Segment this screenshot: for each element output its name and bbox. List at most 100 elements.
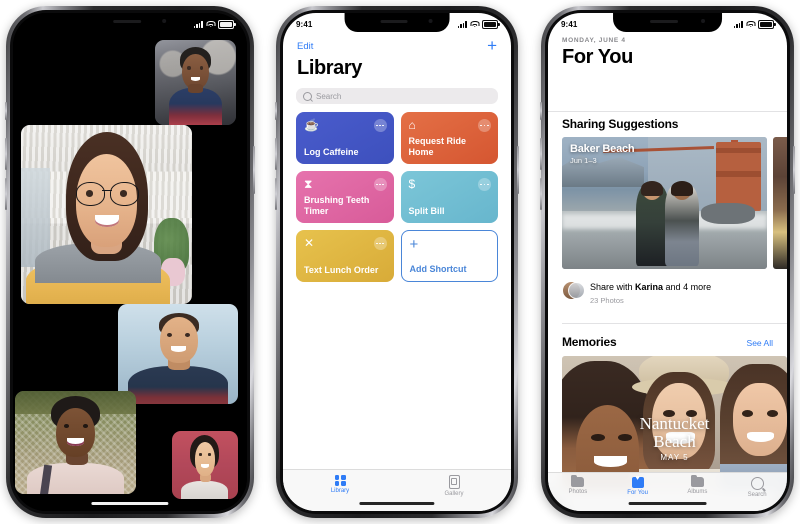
- status-time: 9:41: [561, 20, 578, 29]
- share-line: Share with Karina and 4 more: [590, 282, 711, 292]
- facetime-call-stage: [13, 13, 247, 511]
- shortcut-tile-log-caffeine[interactable]: ☕ Log Caffeine: [296, 112, 394, 164]
- wifi-icon: [746, 21, 755, 28]
- see-all-button[interactable]: See All: [747, 338, 773, 348]
- photos-app: MONDAY, JUNE 4 For You Sharing Suggestio…: [548, 13, 787, 511]
- facetime-tile-participant-2[interactable]: [21, 125, 192, 305]
- home-indicator[interactable]: [91, 502, 169, 505]
- add-shortcut-label: Add Shortcut: [409, 263, 467, 274]
- share-text: Share with Karina and 4 more 23 Photos: [590, 277, 711, 305]
- shortcut-tile-request-ride-home[interactable]: ⌂ Request Ride Home: [400, 112, 498, 164]
- page-title: For You: [562, 46, 633, 68]
- card-photo: [773, 137, 787, 269]
- status-indicators: [193, 20, 236, 29]
- status-indicators: [733, 20, 776, 29]
- tab-label: Gallery: [444, 491, 464, 497]
- volume-down-button[interactable]: [5, 178, 7, 210]
- screenshot-canvas: Edit + Library Search ☕ Log Caffeine ⌂ R…: [0, 0, 800, 524]
- battery-icon: [758, 20, 776, 29]
- share-suffix: and 4 more: [663, 282, 712, 292]
- notch: [612, 13, 723, 32]
- card-caption: Baker Beach Jun 1–3: [570, 143, 635, 165]
- tab-photos[interactable]: Photos: [548, 474, 608, 495]
- tab-search[interactable]: Search: [727, 477, 787, 498]
- page-title: Library: [297, 57, 363, 79]
- side-button[interactable]: [253, 146, 255, 194]
- tab-label: Albums: [687, 489, 708, 495]
- phone-photos: MONDAY, JUNE 4 For You Sharing Suggestio…: [540, 6, 795, 518]
- more-icon[interactable]: [478, 119, 491, 132]
- volume-down-button[interactable]: [540, 178, 542, 210]
- mute-switch[interactable]: [5, 102, 7, 120]
- sharing-suggestion-card[interactable]: Baker Beach Jun 1–3: [562, 137, 767, 269]
- earpiece-speaker: [380, 20, 408, 23]
- search-placeholder: Search: [316, 91, 342, 101]
- memory-date: MAY 5: [660, 453, 689, 463]
- battery-icon: [218, 20, 236, 29]
- home-indicator[interactable]: [359, 502, 435, 505]
- shortcuts-grid: ☕ Log Caffeine ⌂ Request Ride Home ⧗ Bru…: [296, 112, 498, 282]
- add-shortcut-tile[interactable]: + Add Shortcut: [400, 230, 498, 282]
- mute-switch[interactable]: [275, 102, 277, 120]
- tab-albums[interactable]: Albums: [668, 474, 728, 495]
- side-button[interactable]: [517, 146, 519, 194]
- albums-icon: [690, 474, 704, 487]
- participant-5-video: [172, 431, 238, 499]
- shortcut-tile-text-lunch-order[interactable]: ✕ Text Lunch Order: [296, 230, 394, 282]
- tab-library[interactable]: Library: [283, 475, 397, 494]
- sharing-suggestion-card-next[interactable]: [773, 137, 787, 269]
- foryou-icon: [631, 475, 644, 488]
- volume-up-button[interactable]: [275, 138, 277, 170]
- participant-4-video: [15, 391, 136, 494]
- more-icon[interactable]: [373, 119, 387, 132]
- photos-icon: [571, 474, 585, 487]
- phone-facetime: [5, 6, 255, 518]
- photos-screen: MONDAY, JUNE 4 For You Sharing Suggestio…: [548, 13, 787, 511]
- tab-for-you[interactable]: For You: [608, 475, 668, 496]
- volume-up-button[interactable]: [540, 138, 542, 170]
- edit-button[interactable]: Edit: [297, 41, 313, 52]
- photos-header: MONDAY, JUNE 4 For You: [562, 37, 773, 69]
- memory-caption: Nantucket Beach MAY 5: [562, 415, 787, 463]
- facetime-tile-participant-4[interactable]: [15, 391, 136, 494]
- status-time: 9:41: [296, 20, 313, 29]
- wifi-icon: [206, 21, 215, 28]
- facetime-screen: [13, 13, 247, 511]
- add-icon[interactable]: +: [487, 37, 497, 54]
- volume-up-button[interactable]: [5, 138, 7, 170]
- shortcut-tile-brushing-teeth-timer[interactable]: ⧗ Brushing Teeth Timer: [296, 171, 394, 223]
- shortcut-label: Brushing Teeth Timer: [304, 195, 370, 216]
- search-input[interactable]: Search: [296, 88, 498, 104]
- more-icon[interactable]: [478, 178, 491, 191]
- more-icon[interactable]: [373, 178, 387, 191]
- side-button[interactable]: [793, 146, 795, 194]
- shortcut-tile-split-bill[interactable]: $ Split Bill: [400, 171, 498, 223]
- notch: [344, 13, 450, 32]
- shortcut-label: Text Lunch Order: [304, 264, 379, 275]
- more-icon[interactable]: [373, 237, 387, 250]
- shortcut-label: Split Bill: [408, 205, 445, 216]
- memory-title-line2: Beach: [653, 432, 696, 452]
- signal-icon: [193, 21, 203, 28]
- wifi-icon: [470, 21, 479, 28]
- facetime-tile-participant-1[interactable]: [154, 40, 237, 126]
- front-camera: [428, 19, 433, 23]
- volume-down-button[interactable]: [275, 178, 277, 210]
- tab-label: Photos: [568, 489, 588, 495]
- signal-icon: [457, 21, 467, 28]
- mute-switch[interactable]: [540, 102, 542, 120]
- card-title: Baker Beach: [570, 143, 635, 155]
- tab-gallery[interactable]: Gallery: [397, 475, 511, 497]
- share-name: Karina: [635, 282, 664, 292]
- section-divider: [562, 323, 787, 324]
- memory-card[interactable]: Nantucket Beach MAY 5: [562, 356, 787, 491]
- facetime-tile-participant-5[interactable]: [172, 431, 238, 499]
- share-suggestion-row[interactable]: Share with Karina and 4 more 23 Photos: [562, 277, 711, 305]
- search-icon: [303, 91, 312, 101]
- section-title: Sharing Suggestions: [562, 117, 679, 131]
- header-divider: [548, 111, 787, 112]
- section-header-memories: Memories See All: [562, 335, 773, 349]
- facetime-tile-participant-3[interactable]: [118, 304, 238, 404]
- home-indicator[interactable]: [628, 502, 707, 505]
- phone-bezel: MONDAY, JUNE 4 For You Sharing Suggestio…: [545, 10, 790, 514]
